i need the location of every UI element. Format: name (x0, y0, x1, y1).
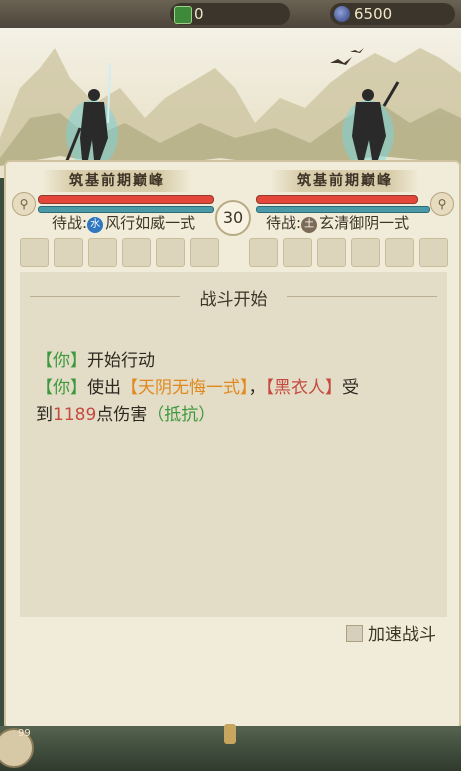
speed-up-toggle[interactable]: 加速战斗 (346, 624, 436, 646)
spirit-stone-counter[interactable]: 6500 (330, 3, 455, 25)
drag-handle-icon[interactable] (224, 724, 236, 744)
log-text: ， (248, 378, 266, 398)
enemy-hp-bar (256, 195, 418, 204)
player-buff-slot[interactable] (156, 238, 185, 267)
enemy-standby-skill: 玄清御阴一式 (319, 214, 410, 232)
you-tag: 【你】 (36, 378, 87, 398)
enemy-buff-slot[interactable] (351, 238, 380, 267)
turn-counter: 30 (215, 200, 251, 236)
log-text: 点伤害 (96, 405, 148, 425)
mountain-landscape (0, 48, 461, 178)
jade-icon (174, 6, 192, 24)
resist-tag: （抵抗） (147, 405, 216, 425)
damage-value: 1189 (53, 405, 97, 425)
enemy-buff-slot[interactable] (249, 238, 278, 267)
battle-log[interactable]: 战斗开始 【你】开始行动 【你】使出【天阴无悔一式】，【黑衣人】受 到1189点… (20, 272, 447, 617)
log-line: 【你】使出【天阴无悔一式】，【黑衣人】受 (36, 373, 359, 398)
enemy-name: 【黑衣人】 (265, 378, 343, 398)
spirit-stone-value: 6500 (354, 5, 393, 23)
speed-up-checkbox[interactable] (346, 625, 363, 642)
player-standby-skill: 风行如威一式 (105, 214, 196, 232)
jade-counter[interactable]: 0 (170, 3, 290, 25)
enemy-realm-label: 筑基前期巅峰 (270, 170, 420, 192)
player-avatar-icon[interactable]: ⚲ (12, 192, 36, 216)
player-realm-label: 筑基前期巅峰 (42, 170, 192, 192)
player-standby-label: 待战: (52, 214, 88, 232)
earth-element-icon: 土 (301, 217, 318, 233)
enemy-standby-label: 待战: (266, 214, 302, 232)
enemy-buff-slot[interactable] (317, 238, 346, 267)
spirit-stone-icon (334, 6, 350, 22)
log-line: 【你】开始行动 (36, 346, 155, 371)
resource-bar: 0 6500 (0, 0, 461, 30)
speed-up-label: 加速战斗 (368, 625, 436, 645)
jade-value: 0 (194, 5, 204, 23)
corner-count: 99 (18, 728, 31, 739)
log-line: 到1189点伤害（抵抗） (36, 400, 215, 425)
you-tag: 【你】 (36, 351, 87, 371)
player-standby: 待战: 水风行如威一式 (52, 213, 195, 233)
log-text: 到 (36, 405, 53, 425)
battle-log-title: 战斗开始 (199, 290, 268, 310)
enemy-buff-slot[interactable] (385, 238, 414, 267)
skill-name: 【天阴无悔一式】 (121, 378, 249, 398)
player-silhouette (64, 62, 118, 168)
player-hp-bar (38, 195, 214, 204)
player-buff-slot[interactable] (190, 238, 219, 267)
log-text: 受 (342, 378, 359, 398)
enemy-mp-bar (256, 206, 430, 213)
battle-scene (0, 28, 461, 178)
player-buff-slot[interactable] (88, 238, 117, 267)
player-buff-slot[interactable] (122, 238, 151, 267)
log-text: 使出 (87, 378, 121, 398)
enemy-buff-slot[interactable] (283, 238, 312, 267)
enemy-avatar-icon[interactable]: ⚲ (430, 192, 454, 216)
player-buff-slot[interactable] (20, 238, 49, 267)
log-text: 开始行动 (87, 351, 155, 371)
enemy-buff-slot[interactable] (419, 238, 448, 267)
player-buff-slot[interactable] (54, 238, 83, 267)
water-element-icon: 水 (87, 217, 104, 233)
title-divider-right (287, 296, 437, 297)
player-mp-bar (38, 206, 214, 213)
enemy-standby: 待战: 土玄清御阴一式 (266, 213, 409, 233)
